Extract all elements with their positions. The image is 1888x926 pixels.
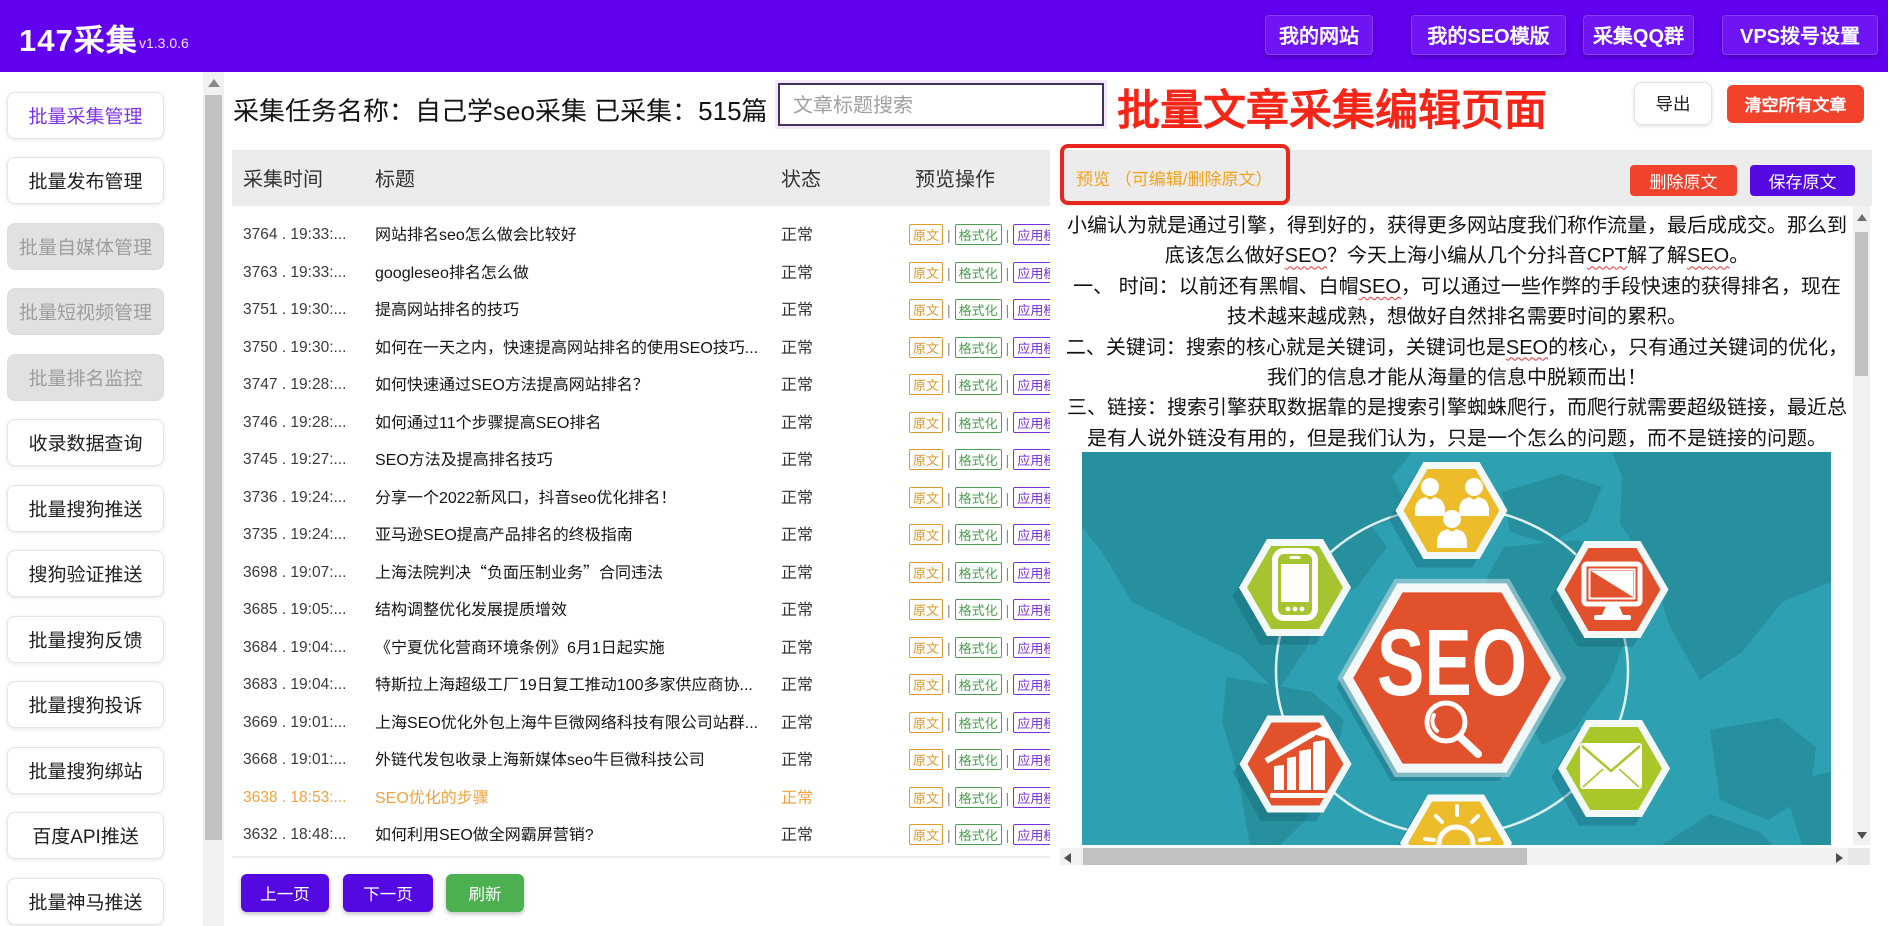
svg-text:SEO: SEO: [1377, 610, 1527, 716]
